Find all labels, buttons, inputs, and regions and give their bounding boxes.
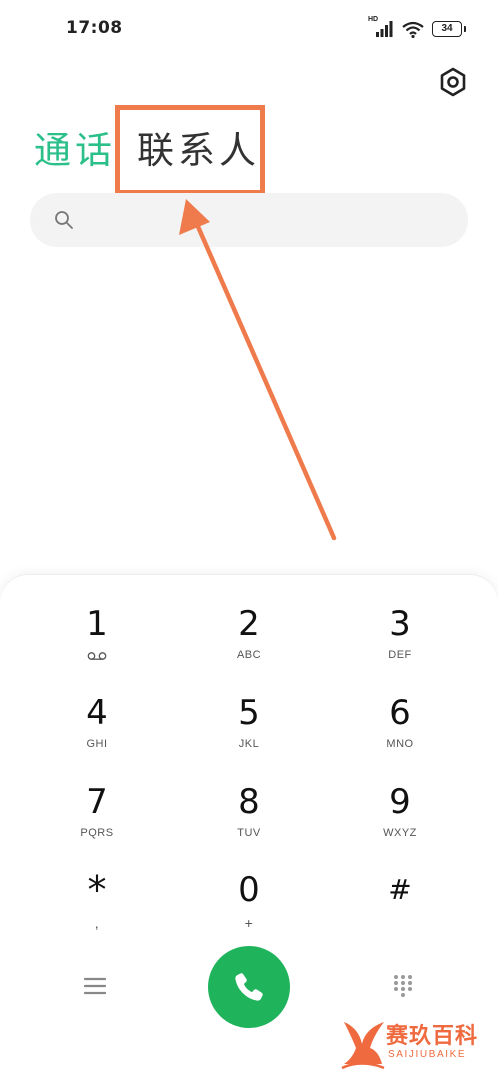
key-letters: GHI (86, 738, 108, 750)
search-bar[interactable] (30, 193, 468, 247)
dialpad-key-star[interactable]: * , (37, 868, 157, 950)
key-letters: + (244, 915, 254, 931)
dialpad-key-8[interactable]: 8 TUV (189, 780, 309, 862)
key-digit: 7 (86, 782, 108, 822)
watermark-title: 赛玖百科 (386, 1024, 479, 1049)
key-letters: TUV (237, 827, 261, 839)
status-bar: 17:08 HD 34 (0, 0, 498, 60)
dialpad-key-0[interactable]: 0 + (189, 868, 309, 950)
key-digit: 9 (389, 782, 411, 822)
dialpad-key-2[interactable]: 2 ABC (189, 602, 309, 684)
menu-icon[interactable] (84, 976, 106, 996)
signal-icon: HD (368, 16, 394, 38)
key-letters: JKL (238, 738, 260, 750)
key-digit: 1 (86, 604, 108, 644)
key-digit: 8 (238, 782, 260, 822)
status-icons: HD 34 (368, 16, 466, 38)
key-letters: DEF (388, 649, 412, 661)
key-digit: 5 (238, 693, 260, 733)
tab-calls[interactable]: 通话 (34, 128, 116, 174)
key-digit: 6 (389, 693, 411, 733)
key-digit: # (388, 873, 412, 906)
dialpad-key-5[interactable]: 5 JKL (189, 691, 309, 773)
dialpad-key-3[interactable]: 3 DEF (340, 602, 460, 684)
dialpad-key-9[interactable]: 9 WXYZ (340, 780, 460, 862)
key-digit: 3 (389, 604, 411, 644)
dialer-screen: 17:08 HD 34 通话 联系人 1 2 ABC 3 DEF 4 GHI 5… (0, 0, 498, 1080)
voicemail-icon (87, 652, 107, 660)
phone-icon (235, 973, 263, 1001)
dialpad-key-6[interactable]: 6 MNO (340, 691, 460, 773)
battery-icon: 34 (432, 21, 466, 37)
key-digit: 2 (238, 604, 260, 644)
key-letters: ABC (236, 649, 262, 661)
key-digit: 4 (86, 693, 108, 733)
search-input[interactable] (86, 203, 450, 239)
wifi-icon (402, 21, 424, 38)
dialpad-grid-icon[interactable] (392, 974, 414, 998)
call-button[interactable] (208, 946, 290, 1028)
network-label: HD (368, 16, 379, 23)
dialpad-key-7[interactable]: 7 PQRS (37, 780, 157, 862)
key-digit: * (87, 868, 107, 912)
key-letters: PQRS (80, 827, 114, 839)
watermark-logo (341, 1022, 385, 1070)
key-letters: , (94, 915, 100, 931)
gear-icon[interactable] (437, 66, 469, 98)
dialpad-key-1[interactable]: 1 (37, 602, 157, 684)
key-letters: MNO (386, 738, 414, 750)
search-icon (55, 211, 73, 229)
key-letters: WXYZ (383, 827, 417, 839)
tab-contacts[interactable]: 联系人 (137, 128, 260, 174)
dialpad-key-hash[interactable]: # (340, 868, 460, 950)
dialpad-key-4[interactable]: 4 GHI (37, 691, 157, 773)
watermark: 赛玖百科 SAIJIUBAIKE (340, 1016, 490, 1076)
status-time: 17:08 (66, 18, 123, 38)
key-digit: 0 (238, 870, 260, 910)
watermark-subtitle: SAIJIUBAIKE (388, 1049, 467, 1060)
